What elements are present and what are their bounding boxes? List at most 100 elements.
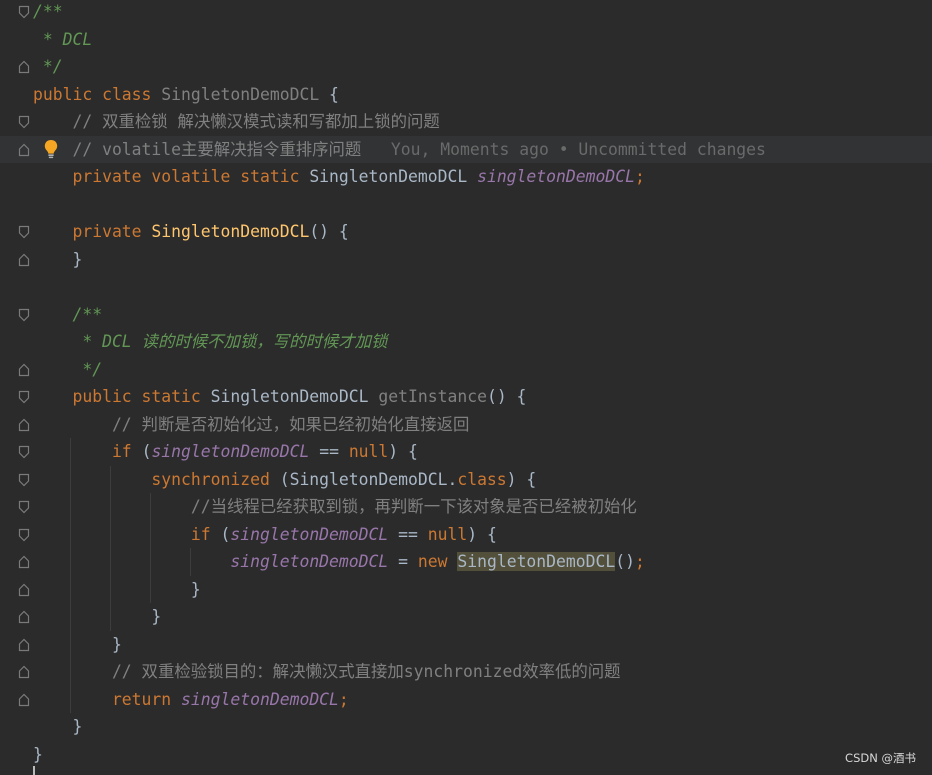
fold-marker-icon[interactable] (18, 143, 30, 157)
code-token: } (33, 607, 162, 626)
code-line[interactable] (0, 191, 932, 219)
fold-marker-icon[interactable] (18, 610, 30, 624)
code-token: SingletonDemoDCL (309, 167, 478, 186)
code-editor[interactable]: /** * DCL */ public class SingletonDemoDC… (0, 0, 932, 775)
code-token: null (348, 442, 389, 461)
code-line[interactable]: */ (0, 356, 932, 384)
fold-marker-icon[interactable] (18, 390, 30, 404)
code-token: new (417, 552, 458, 571)
code-line[interactable]: return singletonDemoDCL; (0, 685, 932, 714)
fold-marker-icon[interactable] (18, 60, 30, 74)
code-text: singletonDemoDCL = new SingletonDemoDCL(… (33, 548, 645, 576)
code-token: ) { (506, 469, 537, 489)
code-line[interactable]: // 判断是否初始化过，如果已经初始化直接返回 (0, 411, 932, 439)
code-line[interactable]: public class SingletonDemoDCL { (0, 81, 932, 109)
code-line[interactable]: if (singletonDemoDCL == null) { (0, 520, 932, 549)
code-token: * DCL (33, 29, 93, 49)
code-token: // 双重检验锁目的：解决懒汉式直接加synchronized效率低的问题 (33, 662, 621, 681)
code-token: == (309, 442, 349, 461)
code-line[interactable]: } (0, 246, 932, 274)
code-line[interactable]: public static SingletonDemoDCL getInstan… (0, 383, 932, 411)
code-token: /** (33, 304, 103, 324)
fold-marker-icon[interactable] (18, 583, 30, 597)
code-line[interactable]: private SingletonDemoDCL() { (0, 218, 932, 246)
code-text: * DCL (33, 26, 92, 54)
fold-marker-icon[interactable] (18, 528, 30, 542)
code-line[interactable]: /** (0, 301, 932, 329)
fold-marker-icon[interactable] (18, 445, 30, 459)
code-line[interactable]: private volatile static SingletonDemoDCL… (0, 163, 932, 191)
code-token: singletonDemoDCL (230, 524, 389, 544)
code-line[interactable] (0, 273, 932, 301)
code-token: == (388, 524, 428, 544)
watermark: CSDN @酒书 (845, 751, 916, 765)
code-token: (SingletonDemoDCL. (279, 469, 458, 489)
fold-marker-icon[interactable] (18, 5, 30, 19)
code-token: () { (309, 222, 349, 241)
fold-marker-icon[interactable] (18, 500, 30, 514)
blame-annotation: You, Moments ago • Uncommitted changes (361, 139, 766, 159)
code-token: ) { (388, 442, 418, 461)
code-token: singletonDemoDCL (181, 689, 339, 709)
code-token: synchronized (33, 469, 280, 489)
fold-marker-icon[interactable] (18, 115, 30, 129)
code-token: ; (338, 689, 349, 709)
code-token: SingletonDemoDCL (161, 84, 320, 104)
code-text: // volatile主要解决指令重排序问题 You, Moments ago … (33, 136, 766, 164)
code-line[interactable]: // volatile主要解决指令重排序问题 You, Moments ago … (0, 135, 932, 164)
code-token: /** (33, 2, 63, 21)
code-text: if (singletonDemoDCL == null) { (33, 521, 497, 549)
fold-marker-icon[interactable] (18, 308, 30, 322)
code-line[interactable]: } (0, 741, 932, 769)
code-line[interactable]: synchronized (SingletonDemoDCL.class) { (0, 465, 932, 494)
code-text: // 判断是否初始化过，如果已经初始化直接返回 (33, 411, 469, 439)
code-text: } (33, 603, 161, 631)
code-token: ; (635, 552, 645, 571)
code-text: /** (33, 301, 102, 329)
code-token: } (33, 249, 83, 269)
code-line[interactable]: // 双重检验锁目的：解决懒汉式直接加synchronized效率低的问题 (0, 658, 932, 686)
code-text: //当线程已经获取到锁，再判断一下该对象是否已经被初始化 (33, 493, 637, 521)
fold-marker-icon[interactable] (18, 693, 30, 707)
code-token: public class (33, 84, 162, 104)
code-line[interactable]: * DCL 读的时候不加锁，写的时候才加锁 (0, 328, 932, 356)
code-token: // 判断是否初始化过，如果已经初始化直接返回 (33, 414, 470, 434)
code-text: } (33, 246, 82, 274)
code-line[interactable]: * DCL (0, 26, 932, 54)
highlighted-usage: SingletonDemoDCL (457, 552, 616, 571)
code-text: } (33, 741, 43, 769)
fold-marker-icon[interactable] (18, 555, 30, 569)
code-line[interactable]: */ (0, 53, 932, 81)
code-line[interactable]: //当线程已经获取到锁，再判断一下该对象是否已经被初始化 (0, 493, 932, 521)
fold-marker-icon[interactable] (18, 418, 30, 432)
code-token: ; (634, 167, 645, 186)
code-line[interactable]: } (0, 630, 932, 659)
fold-marker-icon[interactable] (18, 638, 30, 652)
code-token: null (427, 524, 468, 544)
code-token: if (33, 524, 221, 544)
code-token: private (33, 222, 152, 241)
fold-marker-icon[interactable] (18, 253, 30, 267)
code-token: // 双重检锁 解决懒汉模式读和写都加上锁的问题 (33, 112, 440, 131)
code-line[interactable]: /** (0, 0, 932, 26)
code-line[interactable]: if (singletonDemoDCL == null) { (0, 438, 932, 466)
code-token: SingletonDemoDCL (210, 387, 379, 406)
code-text: return singletonDemoDCL; (33, 686, 349, 714)
code-token: */ (33, 57, 63, 76)
code-text: synchronized (SingletonDemoDCL.class) { (33, 466, 536, 494)
code-line[interactable]: } (0, 713, 932, 741)
code-line[interactable]: } (0, 603, 932, 631)
code-line[interactable]: // 双重检锁 解决懒汉模式读和写都加上锁的问题 (0, 108, 932, 136)
fold-marker-icon[interactable] (18, 363, 30, 377)
text-caret (33, 766, 35, 775)
code-token: return (33, 689, 182, 709)
code-line[interactable]: singletonDemoDCL = new SingletonDemoDCL(… (0, 548, 932, 576)
code-text: // 双重检验锁目的：解决懒汉式直接加synchronized效率低的问题 (33, 658, 621, 686)
fold-marker-icon[interactable] (18, 665, 30, 679)
code-token: // volatile主要解决指令重排序问题 (33, 139, 362, 159)
code-text: } (33, 631, 122, 659)
fold-marker-icon[interactable] (18, 225, 30, 239)
fold-marker-icon[interactable] (18, 473, 30, 487)
code-line[interactable]: } (0, 575, 932, 603)
